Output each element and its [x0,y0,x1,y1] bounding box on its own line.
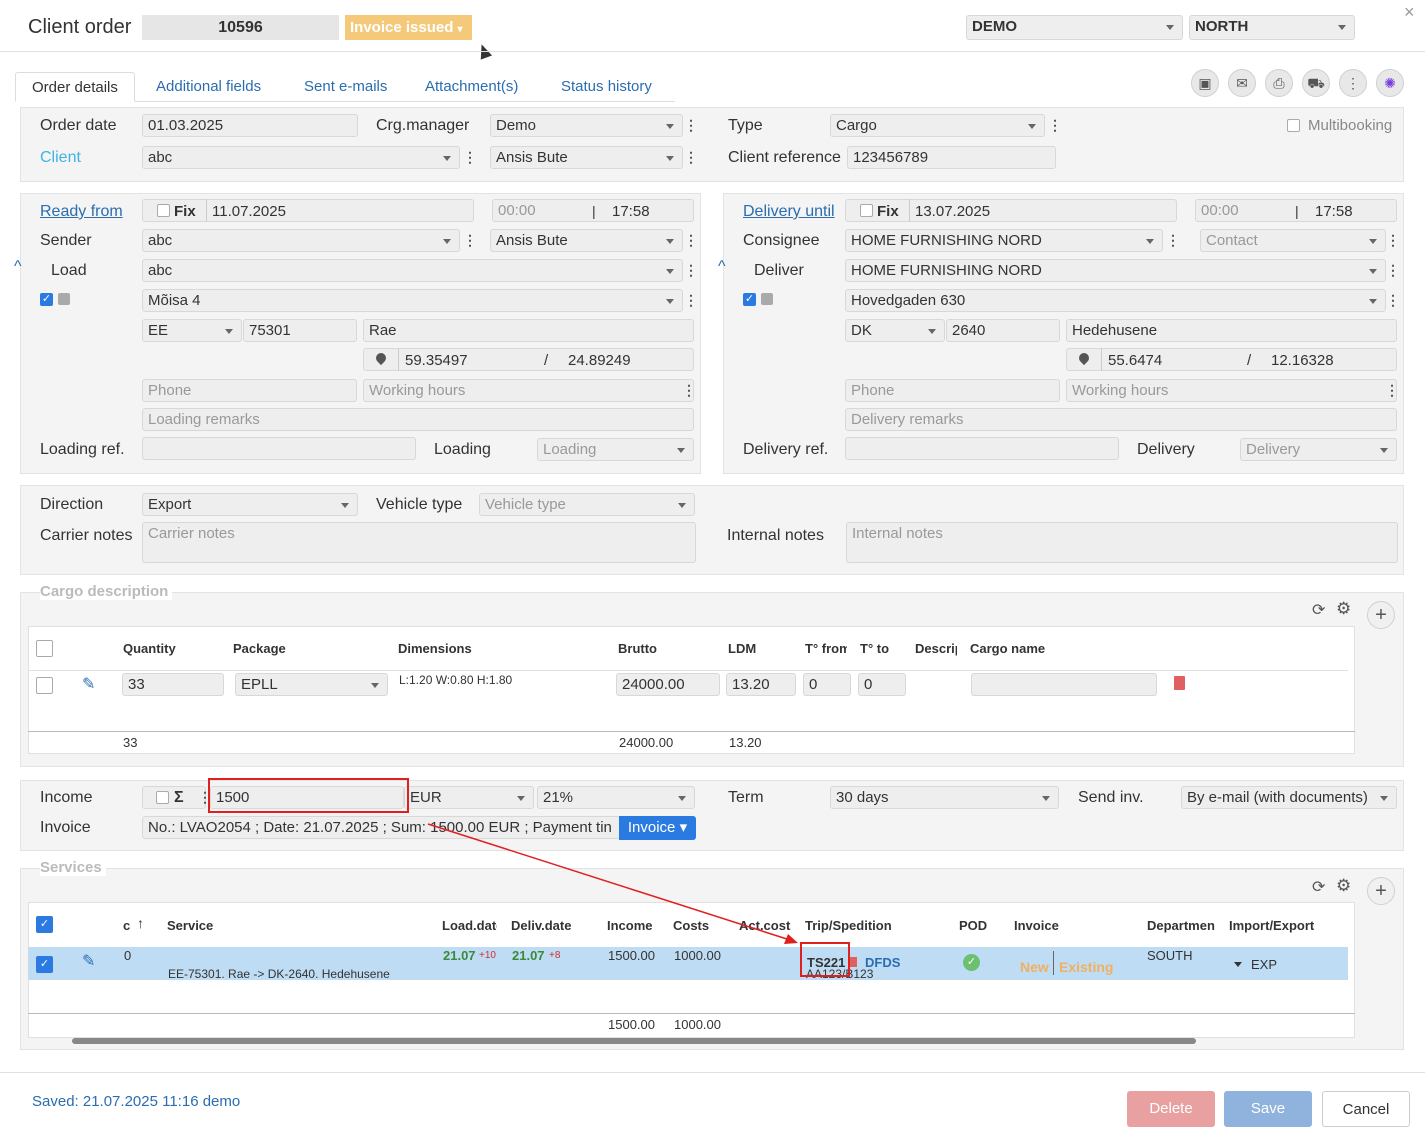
save-button[interactable]: Save [1224,1091,1312,1127]
annotation-arrow [427,823,798,944]
saved-status: Saved: 21.07.2025 11:16 demo [32,1093,241,1110]
cancel-button[interactable]: Cancel [1322,1091,1410,1127]
footer-divider [0,1072,1425,1073]
delete-button[interactable]: Delete [1127,1091,1215,1127]
